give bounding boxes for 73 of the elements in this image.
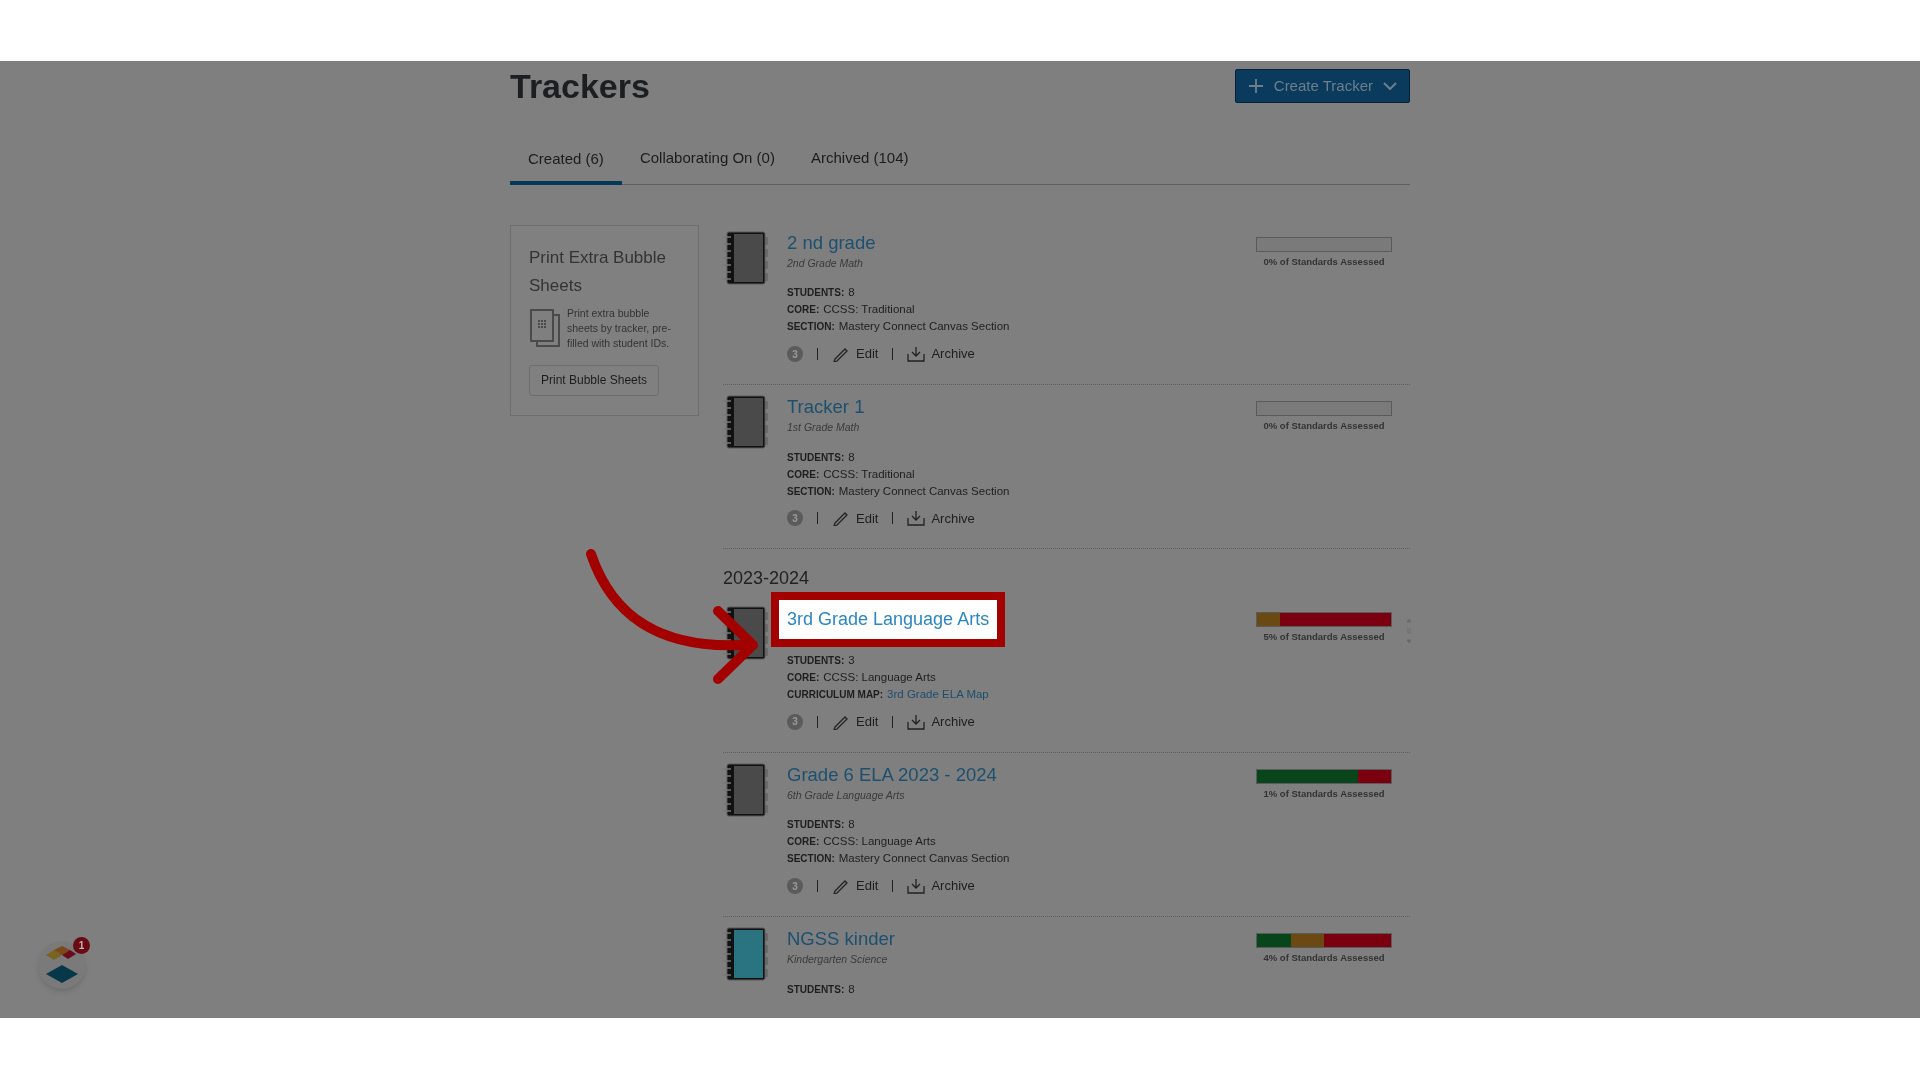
detail-value: CCSS: Traditional [823, 302, 915, 318]
detail-value: Mastery Connect Canvas Section [838, 483, 1010, 499]
tab[interactable]: Archived (104) [792, 147, 927, 184]
notification-badge: 1 [73, 937, 90, 954]
pencil-icon [832, 346, 850, 362]
detail-label: SECTION: [787, 852, 835, 867]
tracker-subtitle: 6th Grade Language Arts [787, 787, 906, 803]
detail-value: 8 [848, 285, 855, 301]
tracker-subtitle: Kindergarten Science [787, 951, 889, 967]
edit-button[interactable]: Edit [832, 508, 879, 528]
detail-label: CORE: [787, 835, 820, 850]
create-tracker-button[interactable]: Create Tracker [1234, 69, 1410, 103]
detail-label: STUDENTS: [787, 450, 845, 465]
progress-caption: 0% of Standards Assessed [1263, 418, 1385, 433]
edit-button[interactable]: Edit [832, 876, 879, 896]
bubble-sheet-icon [529, 307, 561, 348]
detail-label: CURRICULUM MAP: [787, 688, 884, 702]
chevron-down-icon [1383, 81, 1397, 91]
tracker-subtitle: 2nd Grade Math [787, 255, 864, 271]
tracker-title[interactable]: Tracker 1 [787, 394, 865, 419]
detail-value: 8 [848, 449, 855, 465]
archive-button[interactable]: Archive [907, 876, 975, 896]
progress-caption: 0% of Standards Assessed [1263, 254, 1385, 269]
count-badge: 3 [787, 346, 803, 362]
progress-caption: 1% of Standards Assessed [1263, 786, 1385, 801]
archive-icon [907, 878, 926, 894]
detail-value: Mastery Connect Canvas Section [838, 851, 1010, 867]
archive-icon [907, 510, 926, 527]
card-title: Print Extra Bubble Sheets [529, 246, 667, 297]
plus-icon [1247, 78, 1264, 94]
tracker-title[interactable]: 2 nd grade [787, 230, 876, 255]
tracker-title[interactable]: 3rd Grade Language Arts [771, 592, 1006, 647]
detail-value: Mastery Connect Canvas Section [838, 319, 1010, 335]
progress-caption: 5% of Standards Assessed [1263, 630, 1385, 644]
page-title: Trackers [510, 67, 650, 105]
detail-value: CCSS: Language Arts [823, 670, 936, 685]
detail-label: CORE: [787, 467, 820, 482]
detail-value: CCSS: Traditional [823, 466, 915, 482]
tab[interactable]: Created (6) [510, 147, 622, 185]
detail-label: STUDENTS: [787, 818, 845, 833]
detail-value: 8 [848, 817, 855, 833]
tracker-title[interactable]: Grade 6 ELA 2023 - 2024 [787, 762, 997, 787]
archive-button[interactable]: Archive [907, 508, 975, 528]
app-launcher[interactable] [38, 941, 86, 989]
detail-value: CCSS: Language Arts [823, 834, 936, 850]
count-badge: 3 [787, 713, 803, 730]
archive-icon [907, 713, 926, 730]
edit-button[interactable]: Edit [832, 344, 879, 364]
detail-label: STUDENTS: [787, 982, 845, 997]
archive-button[interactable]: Archive [907, 344, 975, 364]
curriculum-map-link[interactable]: 3rd Grade ELA Map [887, 687, 989, 702]
tracker-title[interactable]: NGSS kinder [787, 926, 895, 951]
detail-label: CORE: [787, 671, 820, 685]
detail-value: 8 [848, 981, 855, 997]
detail-label: STUDENTS: [787, 286, 845, 301]
count-badge: 3 [787, 510, 803, 527]
card-description: Print extra bubble sheets by tracker, pre-filled with student IDs. [567, 305, 672, 351]
archive-icon [907, 346, 926, 362]
tracker-subtitle: 1st Grade Math [787, 419, 861, 435]
detail-label: SECTION: [787, 484, 835, 499]
detail-value: 3 [848, 653, 855, 668]
progress-caption: 4% of Standards Assessed [1263, 950, 1385, 965]
tab[interactable]: Collaborating On (0) [621, 147, 793, 184]
pencil-icon [832, 510, 850, 527]
archive-button[interactable]: Archive [907, 712, 975, 732]
pencil-icon [832, 878, 850, 894]
count-badge: 3 [787, 878, 803, 894]
detail-label: STUDENTS: [787, 654, 845, 668]
section-heading: 2023-2024 [723, 567, 811, 590]
print-bubble-sheets-button[interactable]: Print Bubble Sheets [529, 364, 660, 396]
detail-label: CORE: [787, 303, 820, 318]
edit-button[interactable]: Edit [832, 712, 879, 732]
detail-label: SECTION: [787, 320, 835, 335]
